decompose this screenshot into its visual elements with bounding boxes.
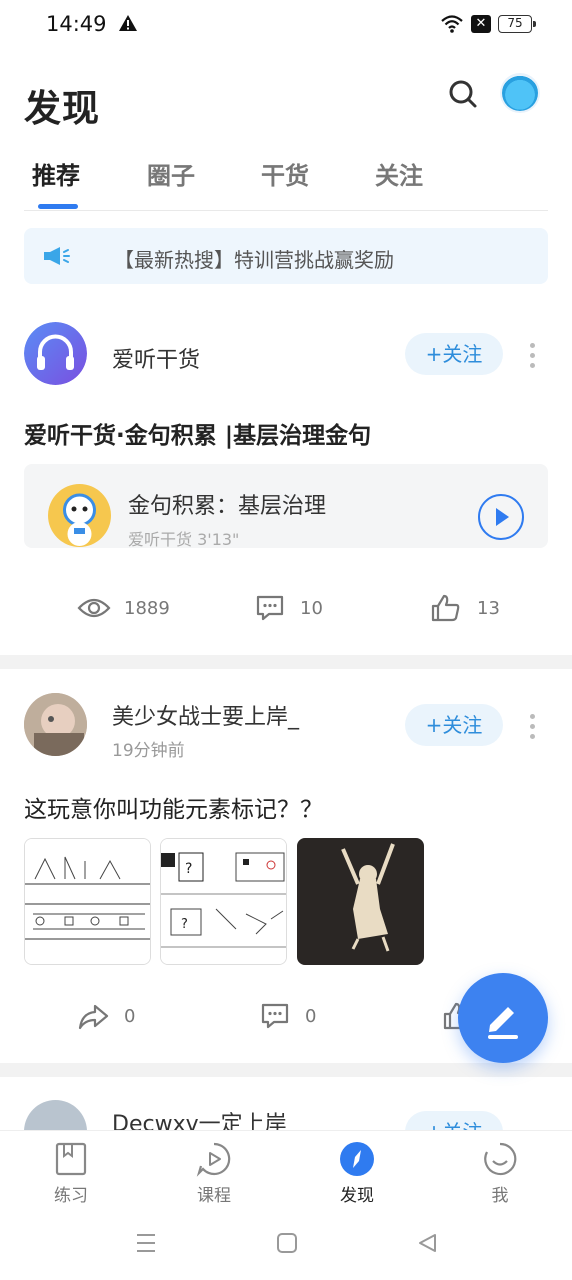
eye-icon (77, 598, 111, 618)
status-bar: 14:49 ✕ 75 (0, 0, 572, 50)
divider (24, 210, 548, 211)
like-count: 13 (477, 598, 500, 619)
mascot-icon (63, 493, 96, 546)
svg-text:?: ? (185, 861, 192, 877)
menu-icon[interactable] (134, 1232, 158, 1254)
audio-source: 爱听干货 (128, 530, 193, 548)
more-icon[interactable] (530, 714, 536, 744)
post-image[interactable] (297, 838, 424, 965)
nav-label: 发现 (340, 1186, 374, 1206)
page-title: 发现 (24, 87, 100, 130)
puzzle-image (25, 839, 150, 964)
thumbs-up-icon[interactable] (430, 593, 462, 623)
nav-label: 我 (491, 1186, 509, 1206)
post-username[interactable]: Decwxv一定上岸 (112, 1106, 287, 1130)
comment-count: 10 (300, 598, 323, 619)
audio-cover (48, 484, 111, 547)
follow-button[interactable]: +关注 (405, 333, 503, 375)
tab-recommend[interactable]: 推荐 (32, 156, 80, 191)
post-image[interactable]: ? ? (160, 838, 287, 965)
play-button[interactable] (478, 494, 524, 540)
puzzle-image: ? ? (161, 839, 286, 964)
follow-button[interactable]: +关注 (405, 1111, 503, 1130)
audio-card[interactable]: 金句积累：基层治理 爱听干货 3'13" (24, 464, 548, 548)
post-time: 19分钟前 (112, 741, 185, 761)
book-icon (55, 1142, 87, 1176)
tab-following[interactable]: 关注 (375, 156, 423, 191)
follow-button[interactable]: +关注 (405, 704, 503, 746)
megaphone-icon (44, 247, 70, 265)
notice-banner[interactable]: 【最新热搜】特训营挑战赢奖励 (24, 228, 548, 284)
comment-icon[interactable] (260, 1002, 290, 1030)
feed-post: 爱听干货 +关注 爱听干货·金句积累 |基层治理金句 金句积累：基层治理 爱听干… (0, 322, 572, 642)
status-time: 14:49 (46, 12, 107, 36)
avatar[interactable] (24, 693, 87, 756)
back-icon[interactable] (416, 1232, 438, 1254)
svg-text:?: ? (181, 917, 188, 932)
drawing-image (298, 839, 423, 964)
view-count: 1889 (124, 598, 170, 619)
notice-text: 【最新热搜】特训营挑战赢奖励 (114, 248, 394, 272)
nav-label: 课程 (197, 1186, 231, 1206)
warning-icon (119, 15, 137, 31)
smile-icon (484, 1142, 517, 1176)
share-icon[interactable] (77, 1003, 109, 1031)
system-nav-bar (0, 1210, 572, 1280)
no-sim-icon: ✕ (471, 15, 491, 33)
post-username[interactable]: 爱听干货 (112, 342, 200, 374)
audio-duration: 3'13" (197, 530, 240, 548)
compose-button[interactable] (458, 973, 548, 1063)
more-icon[interactable] (530, 343, 536, 373)
pencil-icon (488, 1007, 518, 1039)
post-username[interactable]: 美少女战士要上岸_ (112, 699, 299, 731)
search-icon[interactable] (447, 78, 479, 110)
post-image[interactable] (24, 838, 151, 965)
play-circle-icon (196, 1142, 231, 1177)
headphones-icon (24, 322, 87, 385)
section-divider (0, 655, 572, 669)
audio-title: 金句积累：基层治理 (128, 494, 327, 519)
user-photo (24, 693, 87, 756)
share-count: 0 (124, 1006, 136, 1027)
tab-circle[interactable]: 圈子 (147, 156, 195, 191)
avatar[interactable] (24, 1100, 87, 1130)
bottom-nav: 练习 课程 发现 我 (0, 1130, 572, 1210)
post-text[interactable]: 这玩意你叫功能元素标记？？ (24, 790, 323, 824)
section-divider (0, 1063, 572, 1077)
comment-icon[interactable] (255, 594, 285, 622)
home-icon[interactable] (276, 1232, 298, 1254)
feed-post: Decwxv一定上岸 +关注 (0, 1100, 572, 1130)
avatar[interactable] (24, 322, 87, 385)
tab-dry-goods[interactable]: 干货 (261, 156, 309, 191)
audio-meta: 爱听干货 3'13" (128, 526, 239, 548)
post-title[interactable]: 爱听干货·金句积累 |基层治理金句 (24, 416, 371, 450)
compass-icon (340, 1142, 374, 1176)
wifi-icon (441, 15, 463, 33)
tab-active-indicator (38, 204, 78, 209)
battery-icon: 75 (498, 15, 536, 33)
nav-label: 练习 (54, 1186, 88, 1206)
comment-count: 0 (305, 1006, 317, 1027)
user-avatar[interactable] (502, 75, 538, 111)
tab-bar: 推荐 圈子 干货 关注 (0, 150, 572, 212)
